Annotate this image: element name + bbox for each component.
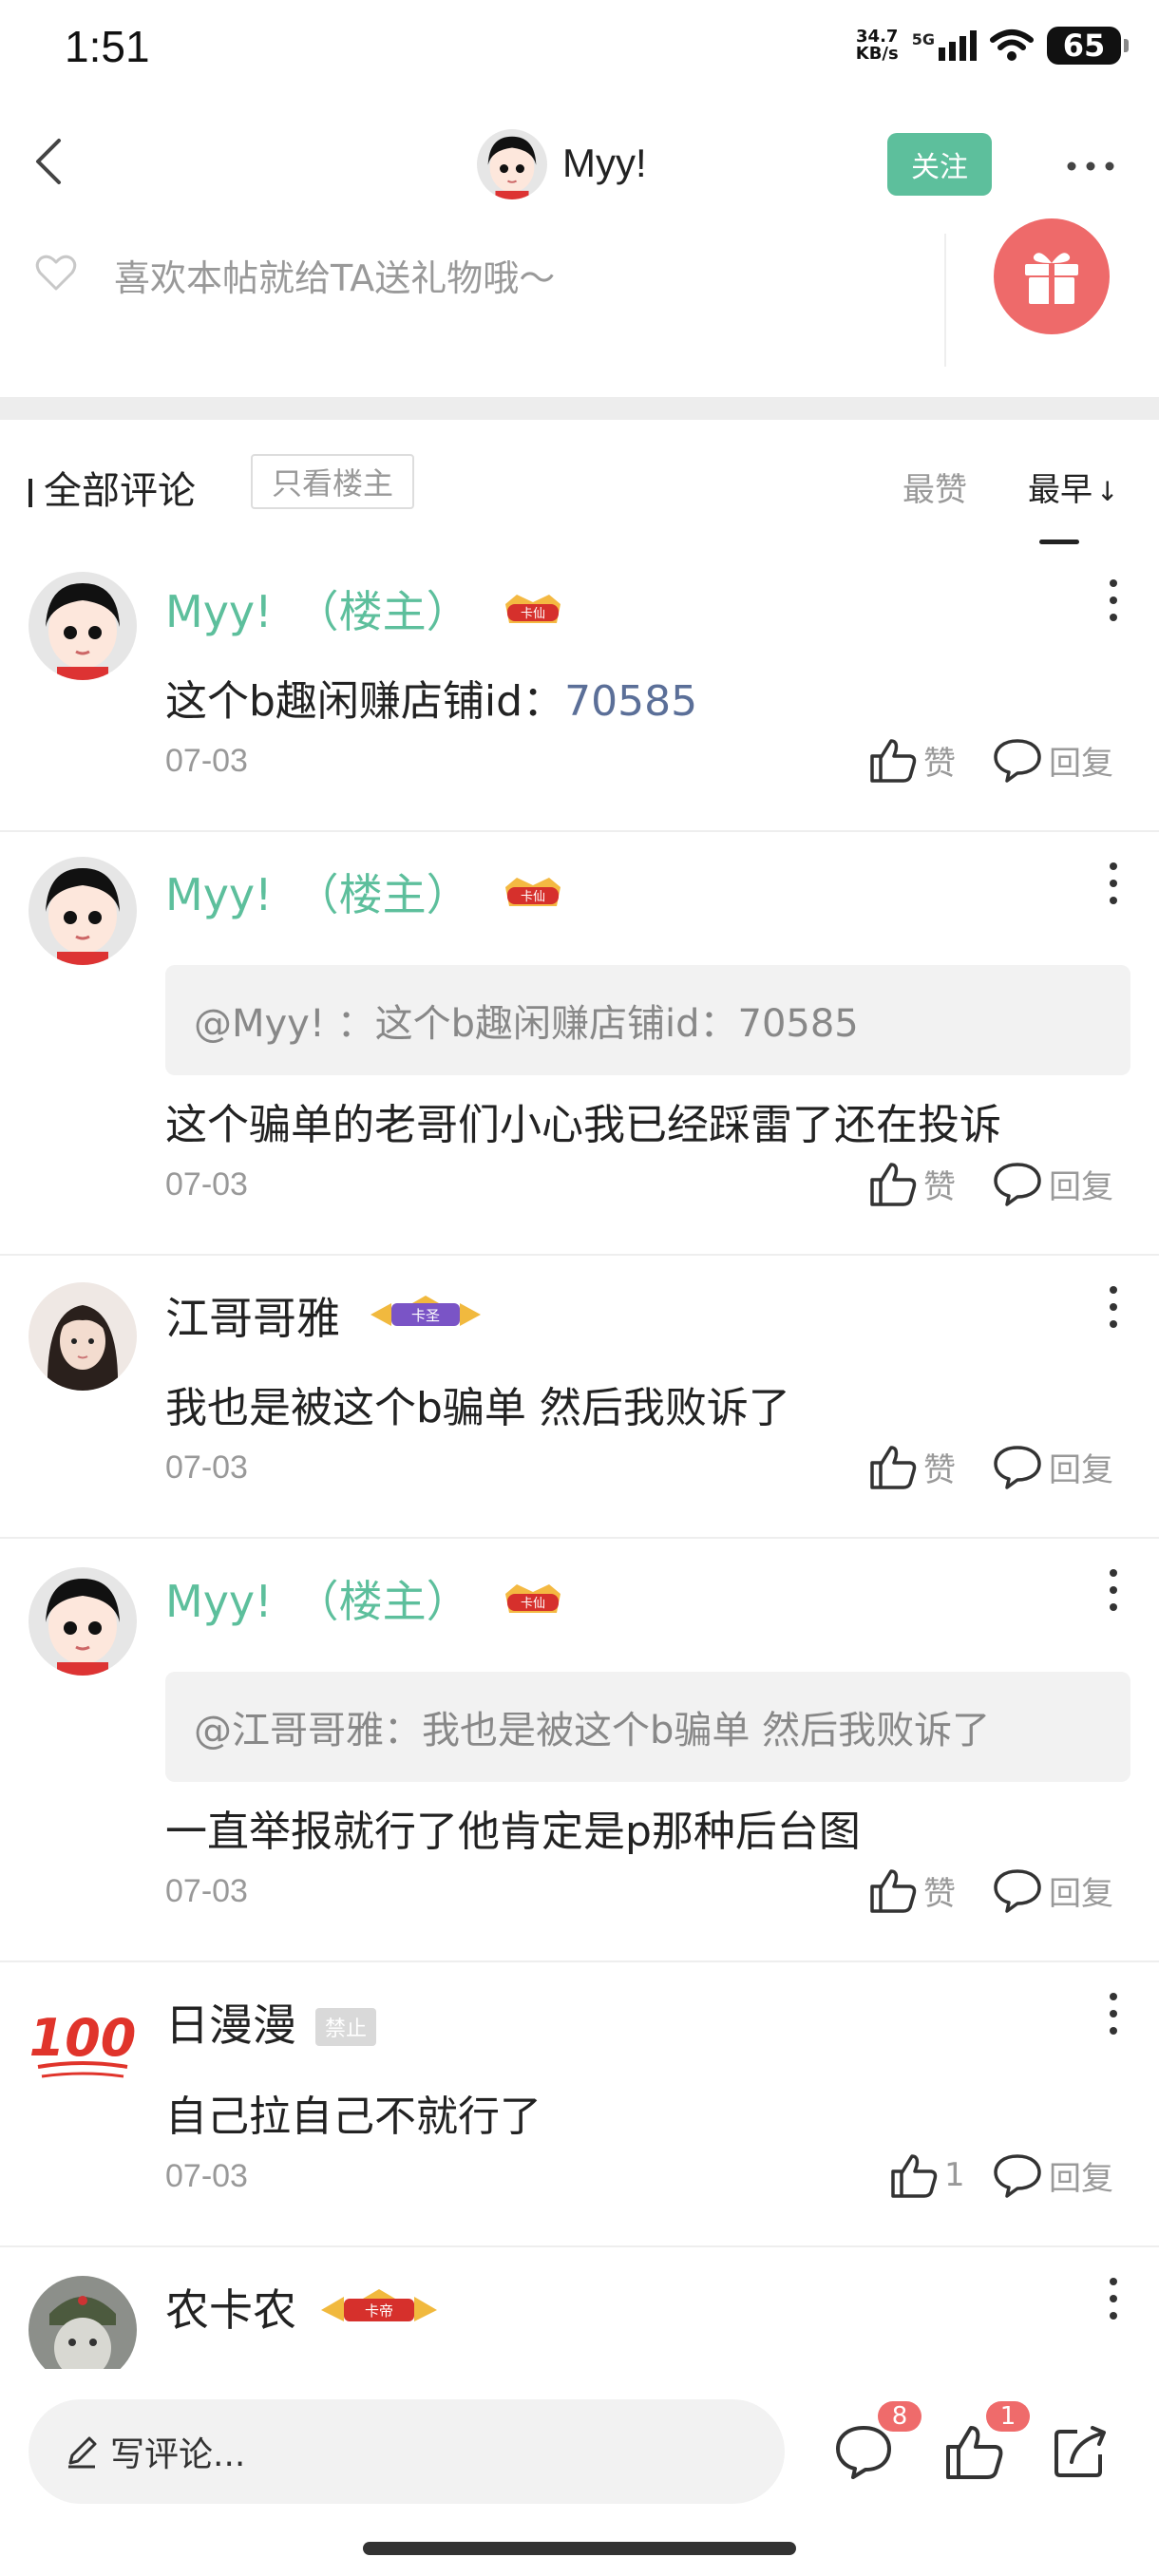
like-button[interactable]: 赞 bbox=[868, 735, 956, 785]
comment-text: 这个骗单的老哥们小心我已经踩雷了还在投诉 bbox=[165, 1101, 1001, 1149]
gift-prompt: 喜欢本帖就给TA送礼物哦～ bbox=[114, 257, 556, 299]
reply-button[interactable]: 回复 bbox=[992, 735, 1113, 785]
comment-date: 07-03 bbox=[165, 743, 248, 779]
thumb-up-icon bbox=[870, 1163, 917, 1206]
svg-text:100: 100 bbox=[29, 2008, 137, 2068]
comment-author[interactable]: Myy! （楼主） bbox=[165, 1567, 470, 1630]
follow-button[interactable]: 关注 bbox=[887, 133, 992, 196]
reply-button[interactable]: 回复 bbox=[992, 1442, 1113, 1491]
comment-item: Myy! （楼主） 卡仙 这个b趣闲赚店铺id：70585 07-03 赞 回复 bbox=[0, 549, 1159, 832]
avatar[interactable] bbox=[28, 857, 137, 965]
signal-icon: 5G bbox=[912, 30, 977, 61]
gift-button[interactable] bbox=[994, 218, 1110, 334]
more-icon[interactable] bbox=[1062, 142, 1119, 190]
level-badge: 卡圣 bbox=[367, 1294, 484, 1339]
comment-author[interactable]: 江哥哥雅 bbox=[165, 1284, 340, 1347]
comment-more-icon[interactable] bbox=[1106, 855, 1121, 912]
header-avatar[interactable] bbox=[477, 129, 547, 199]
sort-earliest-tab[interactable]: 最早 ↓ bbox=[1028, 464, 1118, 510]
comment-more-icon[interactable] bbox=[1106, 1985, 1121, 2042]
avatar[interactable] bbox=[28, 1567, 137, 1676]
divider bbox=[944, 234, 946, 367]
comment-item: Myy! （楼主） 卡仙 @Myy! ：这个b趣闲赚店铺id：70585 这个骗单… bbox=[0, 832, 1159, 1256]
reply-button[interactable]: 回复 bbox=[992, 1866, 1113, 1915]
comment-text: 我也是被这个b骗单 然后我败诉了 bbox=[165, 1384, 790, 1432]
like-count-badge: 1 bbox=[986, 2401, 1030, 2432]
like-button[interactable]: 赞 bbox=[868, 1442, 956, 1491]
battery-indicator: 65 bbox=[1047, 27, 1129, 65]
comment-text: 一直举报就行了他肯定是p那种后台图 bbox=[165, 1808, 861, 1856]
section-divider bbox=[0, 397, 1159, 420]
status-indicators: 34.7 KB/s 5G 65 bbox=[855, 27, 1129, 65]
like-button[interactable]: 赞 bbox=[868, 1159, 956, 1208]
svg-text:卡仙: 卡仙 bbox=[521, 607, 545, 621]
comment-date: 07-03 bbox=[165, 2158, 248, 2194]
like-button[interactable]: 1 bbox=[889, 2150, 965, 2200]
reply-bubble-icon bbox=[994, 1446, 1041, 1489]
level-badge: 卡仙 bbox=[498, 1581, 568, 1622]
sort-top-tab[interactable]: 最赞 bbox=[902, 464, 967, 510]
comment-more-icon[interactable] bbox=[1106, 1562, 1121, 1619]
heart-icon[interactable] bbox=[32, 249, 80, 296]
comment-author[interactable]: Myy! （楼主） bbox=[165, 578, 470, 640]
comment-item: Myy! （楼主） 卡仙 @江哥哥雅：我也是被这个b骗单 然后我败诉了 一直举报就… bbox=[0, 1539, 1159, 1962]
svg-text:卡帝: 卡帝 bbox=[365, 2302, 393, 2320]
level-badge: 卡仙 bbox=[498, 874, 568, 916]
comment-date: 07-03 bbox=[165, 1166, 248, 1203]
comment-item: 江哥哥雅 卡圣 我也是被这个b骗单 然后我败诉了 07-03 赞 回复 bbox=[0, 1256, 1159, 1539]
svg-text:卡圣: 卡圣 bbox=[411, 1307, 440, 1324]
back-icon[interactable] bbox=[23, 133, 80, 190]
avatar[interactable] bbox=[28, 1282, 137, 1391]
share-icon[interactable] bbox=[1049, 2420, 1112, 2483]
active-tab-indicator bbox=[1039, 540, 1079, 544]
comment-more-icon[interactable] bbox=[1106, 2270, 1121, 2327]
comment-more-icon[interactable] bbox=[1106, 1279, 1121, 1335]
write-comment-input[interactable]: 写评论... bbox=[28, 2399, 785, 2504]
avatar[interactable] bbox=[28, 572, 137, 680]
thumb-up-icon bbox=[870, 739, 917, 783]
thumb-up-icon bbox=[891, 2154, 938, 2198]
only-owner-button[interactable]: 只看楼主 bbox=[251, 454, 414, 509]
hundred-emoji-icon: 100 bbox=[29, 2008, 137, 2078]
reply-bubble-icon bbox=[994, 1869, 1041, 1913]
reply-button[interactable]: 回复 bbox=[992, 2150, 1113, 2200]
comment-count-badge: 8 bbox=[878, 2401, 922, 2432]
svg-text:卡仙: 卡仙 bbox=[521, 1597, 545, 1611]
wifi-icon bbox=[990, 29, 1034, 61]
avatar[interactable] bbox=[28, 2276, 137, 2369]
reply-bubble-icon bbox=[994, 1163, 1041, 1206]
gift-icon bbox=[1025, 253, 1078, 304]
svg-text:卡仙: 卡仙 bbox=[521, 890, 545, 904]
net-speed: 34.7 KB/s bbox=[855, 27, 899, 64]
home-indicator[interactable] bbox=[363, 2542, 796, 2555]
comment-item: 农卡农 卡帝 bbox=[0, 2247, 1159, 2369]
comment-item: 100 日漫漫 禁止 自己拉自己不就行了 07-03 1 回复 bbox=[0, 1962, 1159, 2247]
reply-bubble-icon bbox=[994, 2154, 1041, 2198]
comment-author[interactable]: 日漫漫 bbox=[165, 1991, 296, 2054]
quoted-reply[interactable]: @江哥哥雅：我也是被这个b骗单 然后我败诉了 bbox=[165, 1672, 1130, 1782]
reply-button[interactable]: 回复 bbox=[992, 1159, 1113, 1208]
comment-date: 07-03 bbox=[165, 1873, 248, 1909]
reply-bubble-icon bbox=[994, 739, 1041, 783]
comment-author[interactable]: 农卡农 bbox=[165, 2276, 296, 2339]
header-title[interactable]: Myy! bbox=[562, 141, 647, 186]
comment-more-icon[interactable] bbox=[1106, 572, 1121, 629]
status-badge: 禁止 bbox=[315, 2008, 377, 2046]
quoted-reply[interactable]: @Myy! ：这个b趣闲赚店铺id：70585 bbox=[165, 965, 1130, 1075]
comment-text: 自己拉自己不就行了 bbox=[165, 2093, 542, 2141]
status-time: 1:51 bbox=[65, 22, 150, 71]
level-badge: 卡帝 bbox=[317, 2287, 441, 2333]
level-badge: 卡仙 bbox=[498, 591, 568, 633]
like-button[interactable]: 赞 bbox=[868, 1866, 956, 1915]
all-comments-label: 全部评论 bbox=[28, 460, 196, 515]
avatar[interactable]: 100 bbox=[28, 1989, 137, 2097]
comment-author[interactable]: Myy! （楼主） bbox=[165, 861, 470, 923]
thumb-up-icon bbox=[870, 1869, 917, 1913]
pencil-icon bbox=[68, 2436, 97, 2469]
comment-text: 这个b趣闲赚店铺id：70585 bbox=[165, 677, 698, 726]
thumb-up-icon bbox=[870, 1446, 917, 1489]
comment-date: 07-03 bbox=[165, 1449, 248, 1486]
